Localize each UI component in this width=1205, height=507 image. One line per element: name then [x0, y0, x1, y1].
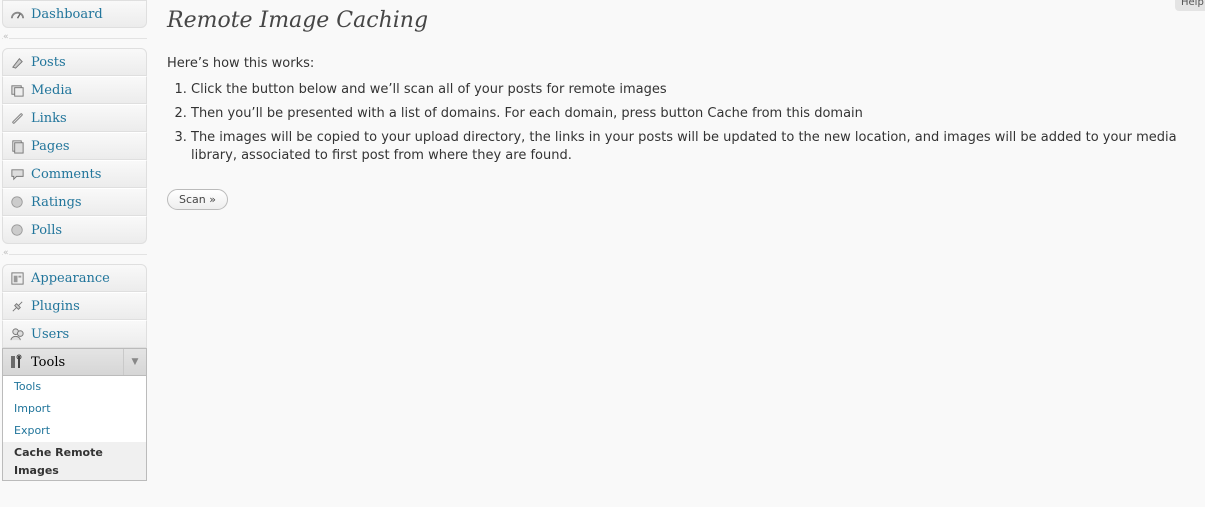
menu-item-appearance[interactable]: Appearance — [2, 264, 147, 292]
ratings-icon — [9, 194, 25, 210]
submenu-item-cache-remote-images[interactable]: ›Cache Remote Images — [3, 442, 146, 480]
step-item: The images will be copied to your upload… — [191, 129, 1197, 165]
appearance-icon — [9, 270, 25, 286]
scan-button[interactable]: Scan » — [167, 189, 228, 210]
submenu-item-label: Import — [14, 402, 51, 415]
submenu-item-export[interactable]: Export — [3, 420, 146, 442]
menu-item-tools[interactable]: Tools ▼ — [2, 348, 147, 376]
step-item: Click the button below and we’ll scan al… — [191, 81, 1197, 99]
tools-icon — [9, 354, 25, 370]
pages-icon — [9, 138, 25, 154]
menu-item-media[interactable]: Media — [2, 76, 147, 104]
menu-separator[interactable]: « — [2, 32, 147, 45]
plugins-icon — [9, 298, 25, 314]
menu-item-pages[interactable]: Pages — [2, 132, 147, 160]
menu-item-ratings[interactable]: Ratings — [2, 188, 147, 216]
posts-icon — [9, 54, 25, 70]
menu-item-label: Plugins — [31, 298, 80, 314]
menu-item-users[interactable]: Users — [2, 320, 147, 348]
menu-item-label: Polls — [31, 222, 63, 238]
intro-text: Here’s how this works: — [167, 56, 315, 71]
steps-list: Click the button below and we’ll scan al… — [167, 81, 1197, 165]
menu-item-polls[interactable]: Polls — [2, 216, 147, 244]
menu-item-label: Comments — [31, 166, 102, 182]
menu-item-posts[interactable]: Posts — [2, 48, 147, 76]
users-icon — [9, 326, 25, 342]
menu-item-links[interactable]: Links — [2, 104, 147, 132]
main-content: Remote Image Caching Here’s how this wor… — [167, 0, 1197, 210]
menu-item-label: Tools — [31, 354, 66, 370]
step-item: Then you’ll be presented with a list of … — [191, 105, 1197, 123]
collapse-arrow-icon[interactable]: « — [3, 32, 9, 42]
menu-item-label: Posts — [31, 54, 66, 70]
dashboard-icon — [9, 6, 25, 22]
submenu-item-label: Cache Remote Images — [14, 446, 103, 477]
media-icon — [9, 82, 25, 98]
menu-item-label: Links — [31, 110, 67, 126]
menu-item-label: Appearance — [31, 270, 110, 286]
submenu-item-label: Export — [14, 424, 51, 437]
menu-item-plugins[interactable]: Plugins — [2, 292, 147, 320]
submenu-toggle-icon[interactable]: ▼ — [123, 349, 146, 375]
collapse-arrow-icon[interactable]: « — [3, 248, 9, 258]
help-tab[interactable]: Help — [1175, 0, 1205, 11]
menu-item-comments[interactable]: Comments — [2, 160, 147, 188]
polls-icon — [9, 222, 25, 238]
menu-item-label: Media — [31, 82, 73, 98]
menu-item-dashboard[interactable]: Dashboard — [2, 0, 147, 28]
tools-submenu: Tools Import Export ›Cache Remote Images — [2, 376, 147, 481]
menu-separator[interactable]: « — [2, 248, 147, 261]
page-title: Remote Image Caching — [167, 8, 429, 33]
menu-item-label: Pages — [31, 138, 70, 154]
comments-icon — [9, 166, 25, 182]
submenu-item-tools[interactable]: Tools — [3, 376, 146, 398]
menu-item-label: Ratings — [31, 194, 82, 210]
menu-item-label: Dashboard — [31, 6, 103, 22]
menu-item-label: Users — [31, 326, 70, 342]
submenu-item-label: Tools — [14, 380, 42, 393]
admin-menu: Dashboard « Posts Media Links Pages Comments Ra… — [2, 0, 147, 481]
submenu-item-import[interactable]: Import — [3, 398, 146, 420]
links-icon — [9, 110, 25, 126]
